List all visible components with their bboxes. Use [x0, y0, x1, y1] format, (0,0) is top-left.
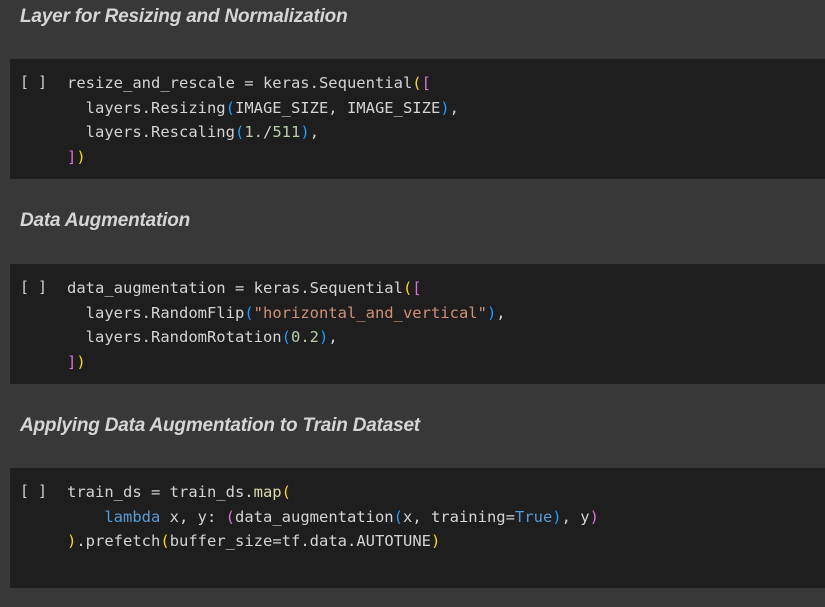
code-token: 0.2 [290, 328, 319, 346]
code-token: ( [244, 303, 254, 322]
code-token: ( [281, 328, 291, 346]
run-cell-button[interactable]: [ ] [20, 482, 47, 500]
code-token: ( [225, 507, 235, 526]
code-token: [ [421, 74, 431, 92]
code-token: , [309, 123, 320, 141]
run-cell-button[interactable]: [ ] [20, 73, 47, 91]
code-token: , [328, 328, 338, 346]
code-token: data_augmentation [235, 507, 394, 526]
code-line: layers.RandomRotation(0.2), [67, 325, 506, 350]
code-editor[interactable]: train_ds = train_ds.map( lambda x, y: (d… [67, 480, 599, 554]
code-token: buffer_size=tf.data.AUTOTUNE [169, 532, 431, 550]
code-cell-data-augmentation[interactable]: [ ] data_augmentation = keras.Sequential… [10, 264, 825, 384]
code-token: ) [440, 98, 450, 117]
code-token: ) [76, 147, 86, 166]
code-token: layers.Resizing [67, 98, 226, 117]
code-token: ] [67, 352, 77, 371]
code-cell-resize-and-rescale[interactable]: [ ] resize_and_rescale = keras.Sequentia… [10, 59, 825, 179]
code-token: layers.RandomRotation [67, 328, 282, 346]
code-token: ) [486, 303, 497, 322]
code-token: , [449, 98, 459, 117]
code-token: , y [561, 507, 590, 526]
section-heading-apply-augmentation: Applying Data Augmentation to Train Data… [20, 415, 420, 436]
code-line: layers.Resizing(IMAGE_SIZE, IMAGE_SIZE), [67, 96, 459, 121]
code-token: ) [552, 507, 562, 526]
code-cell-train-ds-map[interactable]: [ ] train_ds = train_ds.map( lambda x, y… [10, 468, 825, 588]
code-token: 511 [272, 123, 301, 141]
code-editor[interactable]: data_augmentation = keras.Sequential([ l… [67, 276, 506, 374]
code-token: x, y: [160, 507, 226, 526]
code-token: ( [393, 507, 403, 526]
code-line: lambda x, y: (data_augmentation(x, train… [67, 505, 599, 530]
code-token: ) [430, 532, 441, 550]
code-token: ) [318, 328, 329, 346]
section-heading-data-augmentation: Data Augmentation [20, 210, 191, 231]
code-token: ( [281, 483, 291, 501]
code-token: / [263, 123, 273, 141]
code-line: ).prefetch(buffer_size=tf.data.AUTOTUNE) [67, 529, 599, 554]
code-line: ]) [67, 350, 506, 375]
code-editor[interactable]: resize_and_rescale = keras.Sequential([ … [67, 71, 459, 169]
code-token: ) [67, 532, 77, 550]
code-token: data_augmentation = keras.Sequential [67, 279, 403, 297]
code-token: ) [300, 123, 310, 141]
code-token: layers.RandomFlip [67, 303, 245, 322]
code-token: ( [402, 279, 413, 297]
code-line: layers.Rescaling(1./511), [67, 120, 459, 145]
code-token: ) [76, 352, 86, 371]
code-token: .prefetch [76, 532, 161, 550]
code-token: ] [67, 147, 77, 166]
code-token: 1. [244, 123, 263, 141]
section-heading-resizing: Layer for Resizing and Normalization [20, 6, 348, 27]
code-token: train_ds = train_ds. [67, 483, 254, 501]
code-token: True [514, 507, 553, 526]
code-token: [ [412, 279, 422, 297]
code-token: x, training= [402, 507, 515, 526]
code-token: resize_and_rescale = keras.Sequential [67, 74, 413, 92]
code-token: map [253, 483, 282, 501]
code-line: ]) [67, 145, 459, 170]
code-line: resize_and_rescale = keras.Sequential([ [67, 71, 459, 96]
code-token: IMAGE_SIZE, IMAGE_SIZE [234, 98, 441, 117]
code-token: layers.Rescaling [67, 123, 235, 141]
code-line: layers.RandomFlip("horizontal_and_vertic… [67, 301, 506, 326]
code-line: data_augmentation = keras.Sequential([ [67, 276, 506, 301]
code-token: lambda [104, 507, 161, 526]
code-token: ) [589, 507, 599, 526]
code-token: ( [225, 98, 235, 117]
code-token: "horizontal_and_vertical" [253, 303, 487, 322]
code-token: ( [412, 74, 422, 92]
code-line: train_ds = train_ds.map( [67, 480, 599, 505]
code-token: ( [160, 532, 170, 550]
code-token: , [496, 303, 506, 322]
run-cell-button[interactable]: [ ] [20, 278, 47, 296]
code-token: ( [234, 123, 245, 141]
